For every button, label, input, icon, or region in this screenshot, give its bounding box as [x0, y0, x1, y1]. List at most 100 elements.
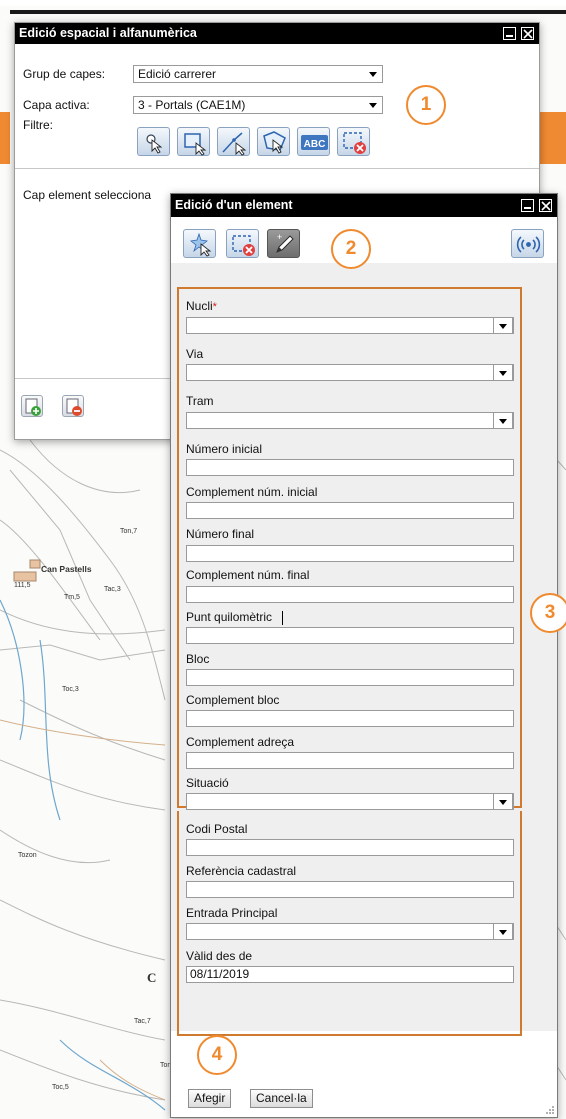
field-label-nucli: Nucli* [186, 299, 217, 313]
element-form-panel-lower: Codi Postal Referència cadastral Entrada… [171, 811, 557, 1036]
tram-select[interactable] [186, 412, 514, 429]
new-element-icon [190, 232, 212, 257]
header-band-right [540, 112, 566, 164]
header-band-left [0, 112, 10, 164]
rectangle-select-button[interactable] [177, 127, 210, 156]
element-form-panel: Nucli* Via Tram Número inicial Complemen… [171, 263, 557, 811]
codi-postal-input[interactable] [186, 839, 514, 856]
clear-selection-icon [343, 132, 366, 154]
point-select-button[interactable] [137, 127, 170, 156]
edit-element-icon: + [276, 232, 294, 253]
polygon-select-icon [263, 131, 286, 154]
chevron-down-icon[interactable] [493, 317, 513, 334]
active-layer-select[interactable]: 3 - Portals (CAE1M) [133, 96, 383, 114]
gps-icon [516, 236, 541, 253]
nucli-select[interactable] [186, 317, 514, 334]
spatial-edit-titlebar[interactable]: Edició espacial i alfanumèrica [15, 23, 539, 44]
field-label-entrada-principal: Entrada Principal [186, 906, 278, 920]
bloc-input[interactable] [186, 669, 514, 686]
layer-group-select[interactable]: Edició carrerer [133, 65, 383, 83]
gps-button[interactable] [511, 229, 544, 258]
filter-label: Filtre: [23, 118, 53, 132]
new-element-button[interactable] [183, 229, 216, 258]
chevron-down-icon[interactable] [493, 923, 513, 940]
field-label-valid-des-de: Vàlid des de [186, 949, 253, 963]
field-label-referencia-cadastral: Referència cadastral [186, 864, 297, 878]
via-select[interactable] [186, 364, 514, 381]
complement-adreca-input[interactable] [186, 752, 514, 769]
window-separator [15, 168, 539, 169]
edit-element-titlebar[interactable]: Edició d'un element [171, 194, 557, 217]
resize-grip-icon[interactable] [545, 1105, 555, 1115]
map-elevation: Toc,3 [62, 686, 79, 693]
field-label-situacio: Situació [186, 776, 229, 790]
chevron-down-icon[interactable] [364, 66, 382, 82]
app-top-strip [0, 0, 566, 6]
field-label-complement-num-final: Complement núm. final [186, 568, 310, 582]
rectangle-select-icon [184, 133, 207, 156]
complement-num-final-input[interactable] [186, 586, 514, 603]
field-label-punt-quilometric: Punt quilomètric [186, 610, 273, 624]
callout-4: 4 [197, 1035, 237, 1075]
polygon-select-button[interactable] [257, 127, 290, 156]
chevron-down-icon[interactable] [493, 364, 513, 381]
close-icon[interactable] [521, 27, 534, 40]
spatial-edit-title: Edició espacial i alfanumèrica [19, 26, 197, 40]
line-select-icon [222, 132, 247, 156]
active-layer-label: Capa activa: [23, 98, 90, 112]
add-layer-button[interactable] [21, 395, 43, 417]
delete-element-icon [232, 235, 255, 256]
map-elevation: Toc,5 [52, 1084, 69, 1091]
field-label-via: Via [186, 347, 204, 361]
field-label-bloc: Bloc [186, 652, 210, 666]
minimize-icon[interactable] [521, 199, 534, 212]
remove-layer-icon [66, 398, 82, 416]
complement-num-inicial-input[interactable] [186, 502, 514, 519]
entrada-principal-select[interactable] [186, 923, 514, 940]
cancel-button[interactable]: Cancel·la [250, 1089, 313, 1108]
text-search-button[interactable]: ABC [297, 127, 330, 156]
punt-quilometric-input[interactable] [186, 627, 514, 644]
point-select-icon [146, 134, 163, 154]
map-building [29, 559, 41, 569]
referencia-cadastral-input[interactable] [186, 881, 514, 898]
callout-3: 3 [530, 593, 566, 633]
field-label-codi-postal: Codi Postal [186, 822, 248, 836]
line-select-button[interactable] [217, 127, 250, 156]
chevron-down-icon[interactable] [493, 412, 513, 429]
field-label-complement-adreca: Complement adreça [186, 735, 295, 749]
map-elevation: Tac,7 [134, 1018, 151, 1025]
edit-element-button[interactable]: + [267, 229, 300, 258]
layer-group-label: Grup de capes: [23, 67, 106, 81]
required-mark: * [212, 301, 217, 313]
map-letter: C [147, 970, 157, 985]
minimize-icon[interactable] [503, 27, 516, 40]
map-elevation: 111,5 [14, 582, 31, 589]
chevron-down-icon[interactable] [493, 793, 513, 810]
chevron-down-icon[interactable] [364, 97, 382, 113]
clear-selection-button[interactable] [337, 127, 370, 156]
map-elevation: Tozon [18, 852, 37, 859]
field-label-complement-bloc: Complement bloc [186, 693, 280, 707]
callout-1: 1 [406, 85, 446, 125]
remove-layer-button[interactable] [62, 395, 84, 417]
numero-final-input[interactable] [186, 545, 514, 562]
selection-status: Cap element selecciona [23, 188, 152, 202]
add-button[interactable]: Afegir [188, 1089, 232, 1108]
close-icon[interactable] [539, 199, 552, 212]
field-label-complement-num-inicial: Complement núm. inicial [186, 485, 318, 499]
map-elevation: Tac,3 [104, 586, 121, 593]
edit-element-title: Edició d'un element [175, 198, 293, 212]
situacio-select[interactable] [186, 793, 514, 810]
edit-element-window: Edició d'un element + Nucli* Via Tram Nú… [170, 193, 558, 1118]
svg-text:+: + [277, 232, 282, 242]
active-layer-value: 3 - Portals (CAE1M) [138, 98, 246, 112]
callout-2: 2 [331, 229, 371, 269]
map-elevation: Ton,7 [120, 528, 138, 535]
valid-des-de-input[interactable]: 08/11/2019 [186, 966, 514, 983]
delete-element-button[interactable] [226, 229, 259, 258]
layer-group-value: Edició carrerer [138, 67, 217, 81]
field-label-tram: Tram [186, 394, 214, 408]
numero-inicial-input[interactable] [186, 459, 514, 476]
complement-bloc-input[interactable] [186, 710, 514, 727]
